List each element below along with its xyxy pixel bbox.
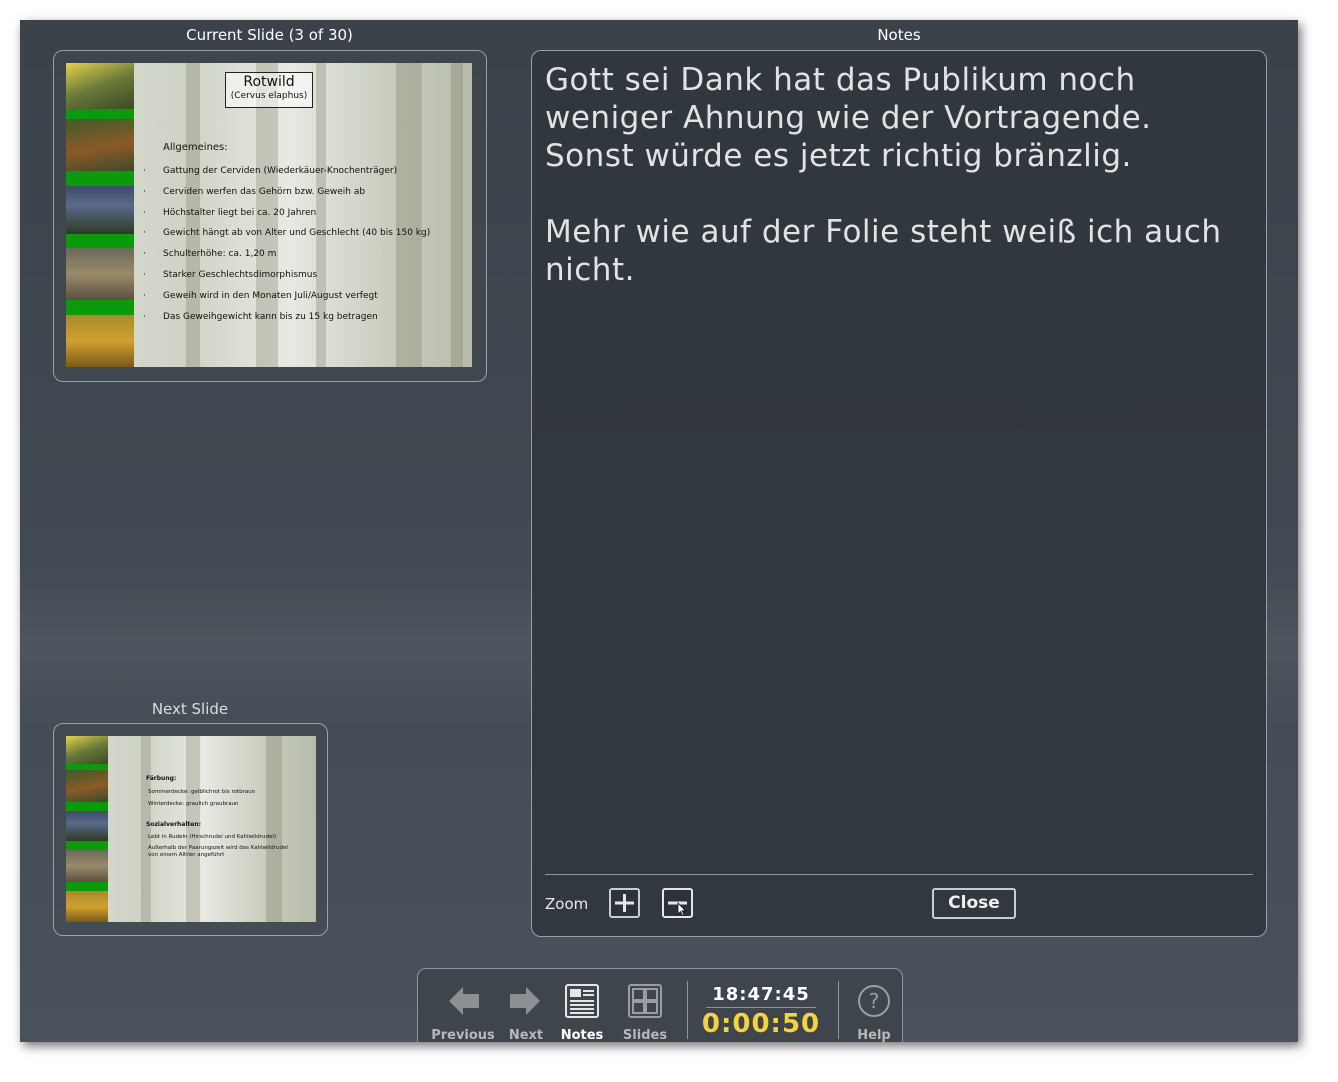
timer-display[interactable]: 18:47:45 0:00:50 xyxy=(700,969,822,1042)
next-slide-line: Außerhalb der Paarungszeit wird das Kahl… xyxy=(148,845,288,851)
zoom-out-button[interactable] xyxy=(662,888,693,918)
svg-text:?: ? xyxy=(869,989,880,1013)
presenter-toolbar: Previous Next Notes Slides 18:47:45 0:00… xyxy=(417,968,903,1042)
help-button[interactable]: ? Help xyxy=(848,969,900,1042)
slide-bullet-row: · Starker Geschlechtsdimorphismus xyxy=(143,270,318,280)
next-slide-section2: Sozialverhalten: xyxy=(146,821,202,828)
notes-text[interactable]: Gott sei Dank hat das Publikum noch weni… xyxy=(545,61,1252,289)
next-slide-photo-strip xyxy=(66,736,108,922)
next-slide-preview[interactable]: Färbung: Sommerdecke: gelblichrot bis ro… xyxy=(66,736,316,922)
deer-photo-4 xyxy=(66,248,134,300)
previous-label: Previous xyxy=(431,1028,495,1042)
clock-time: 18:47:45 xyxy=(712,984,810,1005)
presenter-console-window: Current Slide (3 of 30) Rotwild (Cervus xyxy=(20,20,1298,1042)
next-slide-line: Lebt in Rudeln (Hirschrudel und Kahlwild… xyxy=(148,834,276,840)
plus-icon xyxy=(615,894,634,912)
slide-heading: Rotwild xyxy=(243,74,295,90)
mouse-cursor-icon xyxy=(677,902,687,917)
slides-button[interactable]: Slides xyxy=(618,969,672,1042)
toolbar-separator xyxy=(687,981,688,1039)
next-slide-line: von einem Alttier angeführt xyxy=(148,852,225,858)
slide-section-heading: Allgemeines: xyxy=(163,142,228,153)
previous-button[interactable]: Previous xyxy=(426,969,500,1042)
current-slide-title: Current Slide (3 of 30) xyxy=(186,26,353,44)
zoom-label: Zoom xyxy=(545,895,589,913)
notes-button[interactable]: Notes xyxy=(556,969,608,1042)
deer-photo-2 xyxy=(66,119,134,171)
deer-photo-3 xyxy=(66,186,134,234)
next-label: Next xyxy=(508,1028,544,1042)
slide-bullet-row: · Gattung der Cerviden (Wiederkäuer-Knoc… xyxy=(143,166,398,176)
slide-bullet-row: · Das Geweihgewicht kann bis zu 15 kg be… xyxy=(143,312,378,322)
toolbar-separator xyxy=(838,981,839,1039)
notes-icon xyxy=(565,984,599,1018)
slide-bullet-row: · Cerviden werfen das Gehörn bzw. Geweih… xyxy=(143,187,366,197)
slide-bullet-row: · Gewicht hängt ab von Alter und Geschle… xyxy=(143,228,431,238)
next-slide-line: Sommerdecke: gelblichrot bis rotbraun xyxy=(148,789,256,795)
minus-icon xyxy=(668,901,687,917)
notes-label: Notes xyxy=(560,1028,604,1042)
notes-title: Notes xyxy=(877,26,921,44)
next-button[interactable]: Next xyxy=(504,969,548,1042)
deer-photo-5 xyxy=(66,315,134,367)
slide-photo-strip xyxy=(66,63,134,367)
slide-bullet-row: · Höchstalter liegt bei ca. 20 Jahren xyxy=(143,208,317,218)
help-icon: ? xyxy=(858,985,890,1017)
notes-panel: Gott sei Dank hat das Publikum noch weni… xyxy=(531,50,1267,937)
next-slide-title: Next Slide xyxy=(151,700,229,718)
notes-divider xyxy=(545,874,1253,875)
arrow-left-icon xyxy=(449,987,479,1015)
next-slide-line: Winterdecke: graulich graubraun xyxy=(148,801,239,807)
next-slide-panel[interactable]: Färbung: Sommerdecke: gelblichrot bis ro… xyxy=(53,723,328,936)
slides-grid-icon xyxy=(628,984,662,1018)
current-slide-preview[interactable]: Rotwild (Cervus elaphus) Allgemeines: · … xyxy=(66,63,472,367)
current-slide-panel[interactable]: Rotwild (Cervus elaphus) Allgemeines: · … xyxy=(53,50,487,382)
help-label: Help xyxy=(857,1028,891,1042)
slide-bullet-row: · Geweih wird in den Monaten Juli/August… xyxy=(143,291,378,301)
timer-divider xyxy=(706,1007,816,1008)
elapsed-time: 0:00:50 xyxy=(701,1009,821,1039)
deer-photo-1 xyxy=(66,63,134,109)
close-notes-button[interactable]: Close xyxy=(932,888,1016,919)
zoom-in-button[interactable] xyxy=(609,888,640,918)
next-slide-section1: Färbung: xyxy=(146,775,177,782)
slide-subheading: (Cervus elaphus) xyxy=(230,91,308,101)
slide-bullet-row: · Schulterhöhe: ca. 1,20 m xyxy=(143,249,277,259)
slide-title-box: Rotwild (Cervus elaphus) xyxy=(225,72,313,108)
slides-label: Slides xyxy=(622,1028,668,1042)
arrow-right-icon xyxy=(510,987,540,1015)
